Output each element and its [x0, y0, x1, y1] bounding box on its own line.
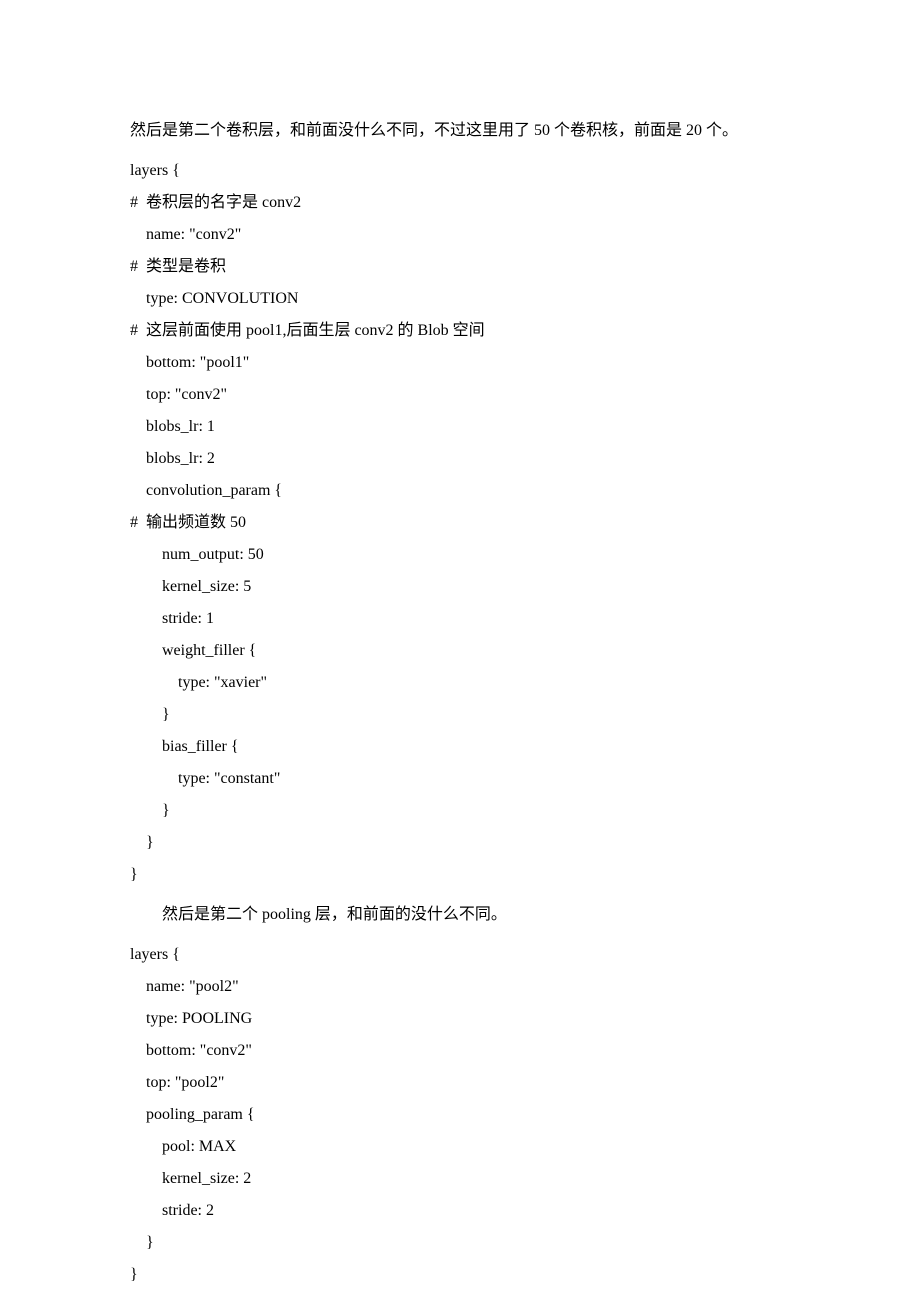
spacer [130, 931, 790, 939]
paragraph-intro-2: 然后是第二个 pooling 层，和前面的没什么不同。 [130, 899, 790, 931]
code-block-conv2: layers { # 卷积层的名字是 conv2 name: "conv2" #… [130, 155, 790, 891]
document-page: 然后是第二个卷积层，和前面没什么不同，不过这里用了 50 个卷积核，前面是 20… [0, 0, 920, 1302]
code-block-pool2: layers { name: "pool2" type: POOLING bot… [130, 939, 790, 1291]
spacer [130, 147, 790, 155]
paragraph-intro-1: 然后是第二个卷积层，和前面没什么不同，不过这里用了 50 个卷积核，前面是 20… [130, 115, 790, 147]
spacer [130, 891, 790, 899]
